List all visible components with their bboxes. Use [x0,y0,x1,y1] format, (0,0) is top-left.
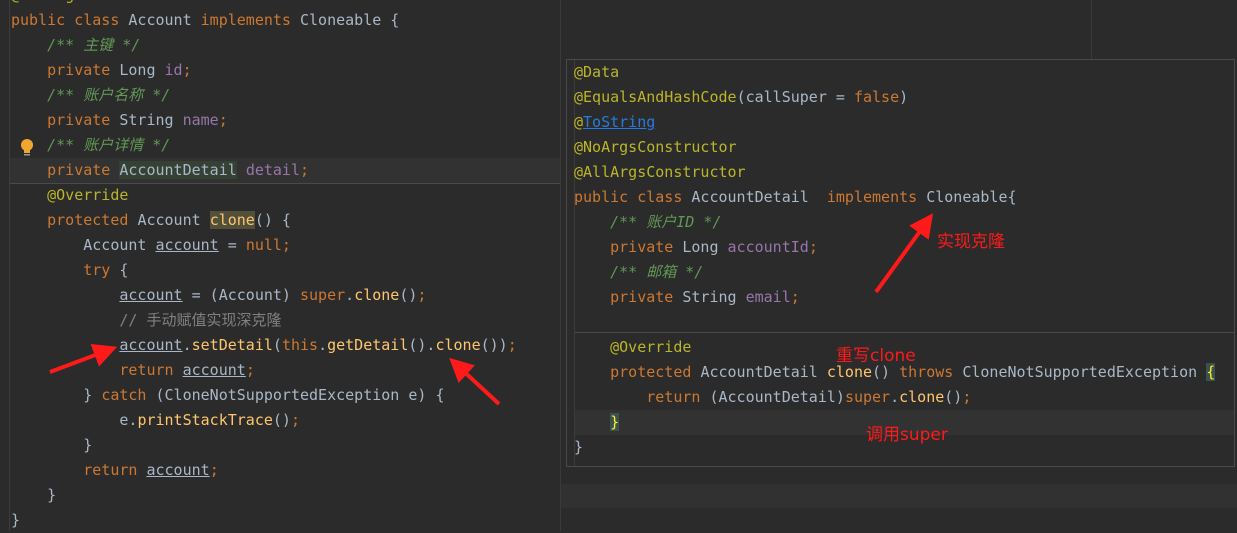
arrow-icon [49,343,118,374]
arrow-icon [874,213,934,294]
annotation-override-clone: 重写clone [836,346,916,366]
arrow-icon [449,357,501,406]
annotation-implement-clone: 实现克隆 [937,232,1005,252]
annotation-arrows [49,213,934,406]
annotation-call-super: 调用super [866,425,948,445]
